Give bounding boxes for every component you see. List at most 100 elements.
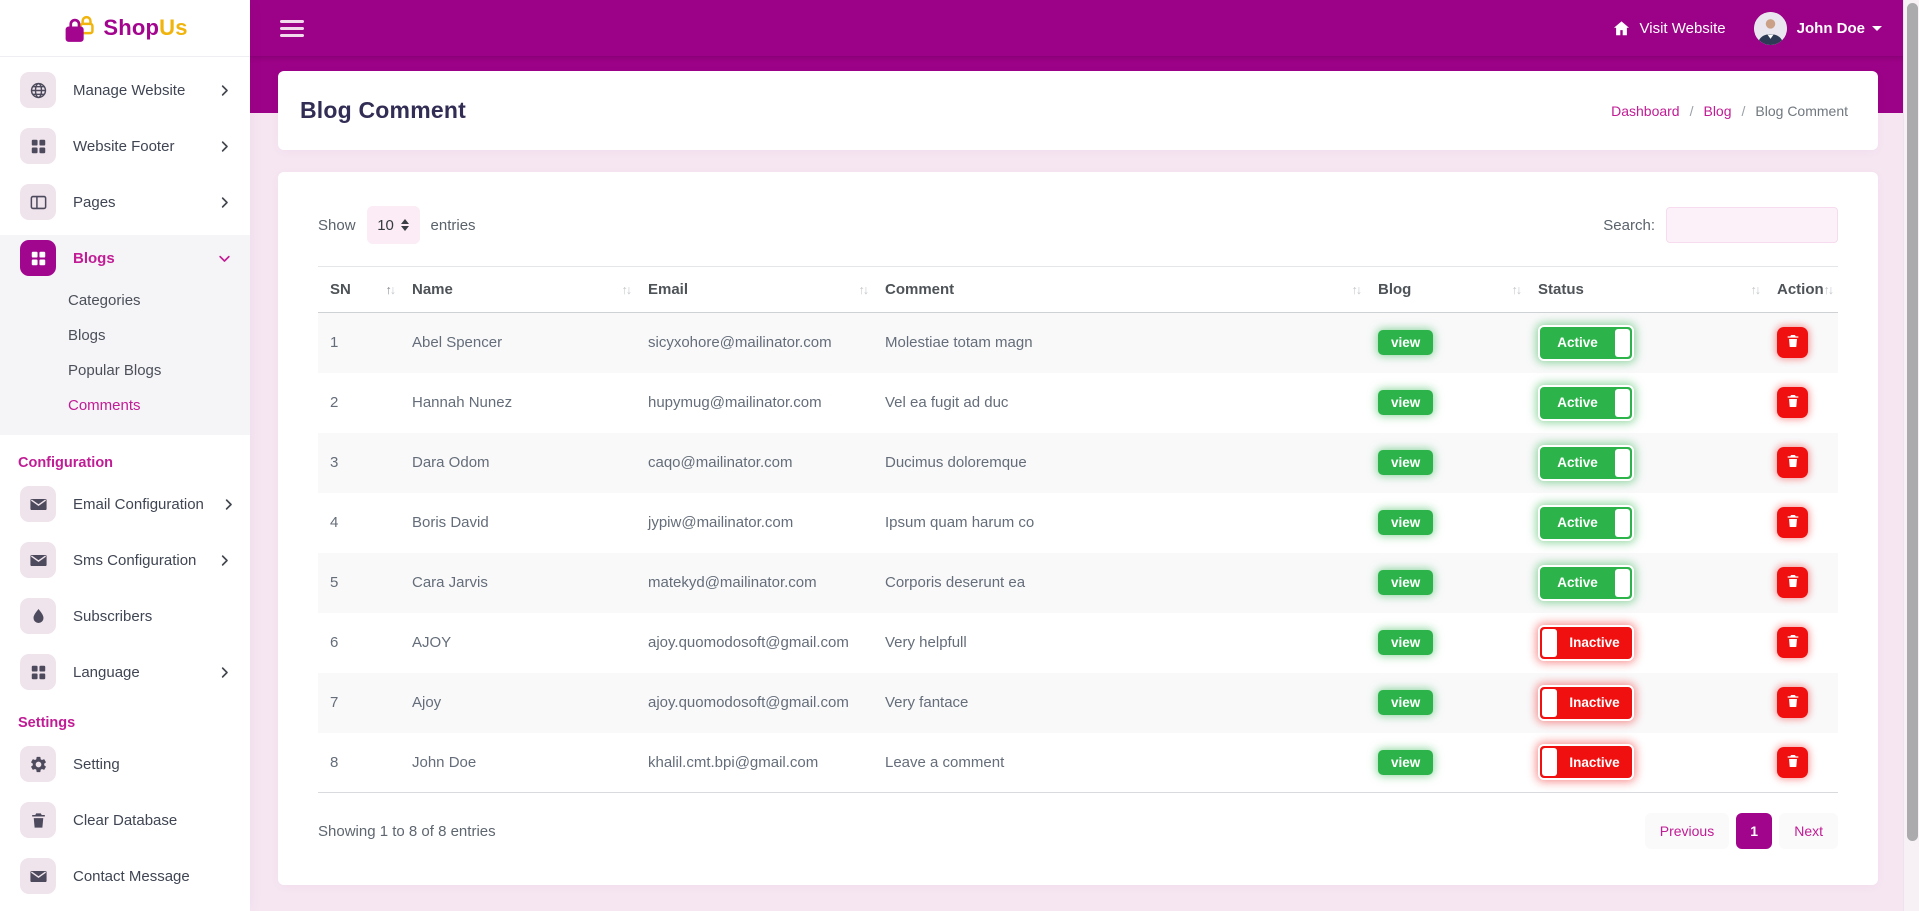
delete-button[interactable] (1777, 687, 1808, 718)
delete-button[interactable] (1777, 447, 1808, 478)
chevron-right-icon (217, 139, 232, 154)
sidebar-item-blogs[interactable]: Blogs (16, 235, 236, 281)
sidebar-item-website-footer[interactable]: Website Footer (16, 123, 236, 169)
sort-icon: ↑↓ (1824, 283, 1833, 297)
brand-logo[interactable]: ShopUs (0, 0, 250, 57)
status-toggle[interactable]: Active (1538, 325, 1634, 361)
sidebar-section-settings: Settings (18, 715, 250, 731)
breadcrumb-link-blog[interactable]: Blog (1703, 103, 1731, 119)
column-header-action[interactable]: Action↑↓ (1765, 267, 1838, 313)
pagination: Previous 1 Next (1645, 813, 1838, 849)
sidebar-item-email-configuration[interactable]: Email Configuration (16, 481, 236, 527)
delete-button[interactable] (1777, 327, 1808, 358)
cell-email: hupymug@mailinator.com (636, 373, 873, 433)
cell-sn: 2 (318, 373, 400, 433)
trash-icon (1785, 693, 1801, 712)
column-header-blog[interactable]: Blog↑↓ (1366, 267, 1526, 313)
show-label: Show (318, 217, 356, 234)
column-header-status[interactable]: Status↑↓ (1526, 267, 1765, 313)
sidebar-item-clear-database[interactable]: Clear Database (16, 797, 236, 843)
delete-button[interactable] (1777, 747, 1808, 778)
status-toggle[interactable]: Active (1538, 445, 1634, 481)
flame-icon (20, 598, 56, 634)
status-toggle[interactable]: Inactive (1538, 685, 1634, 721)
table-row: 4 Boris David jypiw@mailinator.com Ipsum… (318, 493, 1838, 553)
cell-name: AJOY (400, 613, 636, 673)
chevron-right-icon (217, 195, 232, 210)
scrollbar-thumb[interactable] (1907, 3, 1918, 841)
user-avatar[interactable] (1754, 12, 1787, 45)
gear-icon (20, 746, 56, 782)
sidebar-subitem-blogs[interactable]: Blogs (0, 318, 250, 353)
search-input[interactable] (1666, 207, 1838, 243)
view-blog-button[interactable]: view (1378, 330, 1433, 355)
sidebar-subitem-comments[interactable]: Comments (0, 388, 250, 423)
sidebar-item-sms-configuration[interactable]: Sms Configuration (16, 537, 236, 583)
entries-per-page-select[interactable]: 10 (367, 206, 420, 244)
sidebar-item-label: Email Configuration (73, 496, 204, 513)
next-page-button[interactable]: Next (1779, 813, 1838, 849)
sidebar-item-manage-website[interactable]: Manage Website (16, 67, 236, 113)
view-blog-button[interactable]: view (1378, 630, 1433, 655)
trash-icon (1785, 393, 1801, 412)
trash-icon (1785, 753, 1801, 772)
sidebar-item-language[interactable]: Language (16, 649, 236, 695)
home-icon (1612, 19, 1631, 38)
column-header-email[interactable]: Email↑↓ (636, 267, 873, 313)
grid-icon (20, 128, 56, 164)
view-blog-button[interactable]: view (1378, 510, 1433, 535)
cell-email: ajoy.quomodosoft@gmail.com (636, 613, 873, 673)
sidebar-item-pages[interactable]: Pages (16, 179, 236, 225)
status-label: Active (1540, 455, 1615, 470)
globe-icon (20, 72, 56, 108)
sidebar-toggle-hamburger-icon[interactable] (280, 20, 304, 37)
view-blog-button[interactable]: view (1378, 690, 1433, 715)
view-blog-button[interactable]: view (1378, 570, 1433, 595)
status-toggle[interactable]: Active (1538, 385, 1634, 421)
chevron-right-icon (217, 83, 232, 98)
cell-comment: Very fantace (873, 673, 1366, 733)
sidebar-subitem-popular-blogs[interactable]: Popular Blogs (0, 353, 250, 388)
cell-sn: 4 (318, 493, 400, 553)
table-row: 1 Abel Spencer sicyxohore@mailinator.com… (318, 313, 1838, 373)
cell-comment: Ducimus doloremque (873, 433, 1366, 493)
status-toggle[interactable]: Inactive (1538, 625, 1634, 661)
visit-website-link[interactable]: Visit Website (1612, 19, 1726, 38)
status-toggle[interactable]: Active (1538, 565, 1634, 601)
caret-down-icon (1872, 26, 1882, 36)
toggle-knob (1615, 569, 1630, 597)
sort-icon: ↑↓ (1512, 283, 1521, 297)
cell-sn: 6 (318, 613, 400, 673)
sort-icon: ↑↓ (1751, 283, 1760, 297)
delete-button[interactable] (1777, 387, 1808, 418)
previous-page-button[interactable]: Previous (1645, 813, 1729, 849)
sidebar-item-label: Setting (73, 756, 232, 773)
chevron-right-icon (217, 553, 232, 568)
sidebar-subitem-categories[interactable]: Categories (0, 283, 250, 318)
sidebar-item-label: Subscribers (73, 608, 232, 625)
visit-website-label: Visit Website (1640, 20, 1726, 37)
breadcrumb-link-dashboard[interactable]: Dashboard (1611, 103, 1680, 119)
cell-name: Cara Jarvis (400, 553, 636, 613)
page-scrollbar[interactable] (1903, 0, 1919, 911)
sidebar-item-subscribers[interactable]: Subscribers (16, 593, 236, 639)
status-toggle[interactable]: Inactive (1538, 744, 1634, 780)
column-header-name[interactable]: Name↑↓ (400, 267, 636, 313)
sidebar-item-setting[interactable]: Setting (16, 741, 236, 787)
table-row: 2 Hannah Nunez hupymug@mailinator.com Ve… (318, 373, 1838, 433)
delete-button[interactable] (1777, 627, 1808, 658)
status-toggle[interactable]: Active (1538, 505, 1634, 541)
column-header-sn[interactable]: SN↑↓ (318, 267, 400, 313)
view-blog-button[interactable]: view (1378, 750, 1433, 775)
user-menu[interactable]: John Doe (1797, 20, 1865, 37)
view-blog-button[interactable]: view (1378, 450, 1433, 475)
sidebar-item-contact-message[interactable]: Contact Message (16, 853, 236, 899)
delete-button[interactable] (1777, 507, 1808, 538)
sort-icon: ↑↓ (622, 283, 631, 297)
chevron-down-icon (217, 251, 232, 266)
delete-button[interactable] (1777, 567, 1808, 598)
cell-name: Ajoy (400, 673, 636, 733)
page-number-button[interactable]: 1 (1736, 813, 1772, 849)
column-header-comment[interactable]: Comment↑↓ (873, 267, 1366, 313)
view-blog-button[interactable]: view (1378, 390, 1433, 415)
